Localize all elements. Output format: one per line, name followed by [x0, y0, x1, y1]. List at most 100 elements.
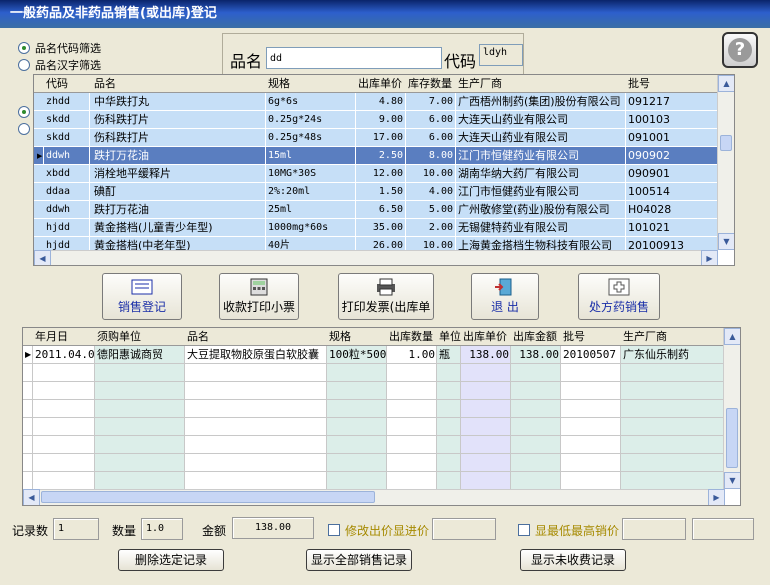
exit-label: 退 出 — [491, 300, 519, 314]
sales-row[interactable] — [23, 472, 725, 490]
stock-cell: 江门市恒健药业有限公司 — [456, 183, 626, 201]
stock-cell: zhdd — [44, 93, 90, 111]
radio-icon[interactable] — [18, 59, 30, 71]
prescription-sales-button[interactable]: 处方药销售 — [578, 273, 660, 320]
col-header: 出库单价 — [463, 330, 507, 343]
stock-row[interactable]: hjdd 黄金搭档(儿童青少年型) 1000mg*60s 35.00 2.00 无锡健特药… — [34, 219, 718, 237]
sales-row[interactable]: ▶ 2011.04.03 德阳惠诚商贸 大豆提取物胶原蛋白软胶囊 100粒*500 1.0… — [23, 346, 725, 364]
stock-row[interactable]: skdd 伤科跌打片 0.25g*48s 17.00 6.00 大连天山药业有限公司 091… — [34, 129, 718, 147]
max-price-field — [692, 518, 754, 540]
code-label: 代码 — [444, 52, 477, 71]
scroll-thumb[interactable] — [720, 135, 732, 151]
stock-cell: 25ml — [266, 201, 356, 219]
stock-cell: ddwh — [44, 147, 90, 165]
stock-row[interactable]: zhdd 中华跌打丸 6g*6s 4.80 7.00 广西梧州制药(集团)股份有限公司 09… — [34, 93, 718, 111]
print-invoice-button[interactable]: 打印发票(出库单 — [338, 273, 434, 320]
name-label: 品名 — [230, 52, 263, 71]
radio-code-filter[interactable]: 品名代码筛选 — [18, 40, 101, 56]
scroll-down-icon[interactable]: ▼ — [718, 233, 734, 250]
exit-button[interactable]: 退 出 — [471, 273, 539, 320]
sales-row[interactable] — [23, 364, 725, 382]
stock-cell: 无锡健特药业有限公司 — [456, 219, 626, 237]
sales-hscroll[interactable]: ◀ ▶ — [23, 489, 725, 505]
scroll-thumb[interactable] — [41, 491, 375, 503]
scroll-right-icon[interactable]: ▶ — [708, 489, 725, 505]
main-window: 一般药品及非药品销售(或出库)登记 品名代码筛选 品名汉字筛选 品名 代码 ld… — [0, 0, 770, 585]
print-receipt-label: 收款打印小票 — [222, 300, 295, 314]
stock-table[interactable]: 代码 品名 规格 出库单价 库存数量 生产厂商 批号 zhdd 中华跌打丸 6g*6… — [33, 74, 735, 266]
scroll-up-icon[interactable]: ▲ — [718, 75, 734, 92]
price-range-label: 显最低最高销价 — [535, 524, 620, 538]
row-pointer-icon: ▶ — [25, 350, 32, 359]
col-header: 年月日 — [35, 330, 68, 343]
sales-cell: 大豆提取物胶原蛋白软胶囊 — [187, 348, 319, 361]
sales-table[interactable]: 年月日 须购单位 品名 规格 出库数量 单位 出库单价 出库金额 批号 生产厂商… — [22, 327, 741, 506]
sales-row[interactable] — [23, 454, 725, 472]
stock-vscroll[interactable]: ▲ ▼ — [717, 75, 734, 250]
stock-cell: xbdd — [44, 165, 90, 183]
col-header: 出库单价 — [358, 77, 402, 90]
sales-row[interactable] — [23, 382, 725, 400]
stock-cell: 湖南华纳大药厂有限公司 — [456, 165, 626, 183]
stock-cell: 6g*6s — [266, 93, 356, 111]
stock-cell: 12.00 — [356, 165, 406, 183]
stock-cell: 2.50 — [356, 147, 406, 165]
delete-selected-button[interactable]: 删除选定记录 — [118, 549, 224, 571]
stock-cell: 101021 — [626, 219, 718, 237]
sales-row[interactable] — [23, 436, 725, 454]
min-price-field — [622, 518, 686, 540]
stock-cell: 大连天山药业有限公司 — [456, 111, 626, 129]
price-range-checkbox[interactable] — [518, 524, 530, 536]
stock-cell: hjdd — [44, 219, 90, 237]
scroll-thumb[interactable] — [726, 408, 738, 468]
register-icon — [131, 279, 153, 295]
col-header: 代码 — [46, 77, 68, 90]
help-button[interactable]: ? — [722, 32, 758, 68]
show-unpaid-button[interactable]: 显示未收费记录 — [520, 549, 626, 571]
stock-cell: 1.50 — [356, 183, 406, 201]
col-header: 出库数量 — [389, 330, 433, 343]
sales-register-button[interactable]: 销售登记 — [102, 273, 182, 320]
col-header: 批号 — [563, 330, 585, 343]
side-radio-1[interactable] — [18, 106, 30, 118]
stock-row[interactable]: ▶ ddwh 跌打万花油 15ml 2.50 8.00 江门市恒健药业有限公司 090902 — [34, 147, 718, 165]
name-search-input[interactable] — [266, 47, 442, 69]
col-header: 品名 — [94, 77, 116, 90]
scroll-left-icon[interactable]: ◀ — [34, 250, 51, 265]
side-radio-2[interactable] — [18, 123, 30, 135]
stock-row[interactable]: ddwh 跌打万花油 25ml 6.50 5.00 广州敬修堂(药业)股份有限公司 H040… — [34, 201, 718, 219]
modify-price-field[interactable] — [432, 518, 496, 540]
col-header: 规格 — [329, 330, 351, 343]
stock-table-header: 代码 品名 规格 出库单价 库存数量 生产厂商 批号 — [34, 75, 718, 93]
scroll-right-icon[interactable]: ▶ — [701, 250, 718, 265]
col-header: 出库金额 — [513, 330, 557, 343]
col-header: 生产厂商 — [623, 330, 667, 343]
stock-cell: H04028 — [626, 201, 718, 219]
amount-label: 金额 — [202, 524, 227, 538]
stock-row[interactable]: xbdd 消栓地平缓释片 10MG*30S 12.00 10.00 湖南华纳大药厂有限公司… — [34, 165, 718, 183]
show-all-sales-button[interactable]: 显示全部销售记录 — [306, 549, 412, 571]
scroll-up-icon[interactable]: ▲ — [724, 328, 740, 345]
modify-price-checkbox[interactable] — [328, 524, 340, 536]
medical-cross-icon — [608, 278, 630, 296]
print-receipt-button[interactable]: 收款打印小票 — [219, 273, 299, 320]
sales-row[interactable] — [23, 400, 725, 418]
stock-cell: 7.00 — [406, 93, 456, 111]
stock-row[interactable]: ddaa 碘酊 2%:20ml 1.50 4.00 江门市恒健药业有限公司 100514 — [34, 183, 718, 201]
sales-cell: 广东仙乐制药 — [623, 348, 689, 361]
scroll-down-icon[interactable]: ▼ — [724, 472, 740, 489]
stock-cell: 跌打万花油 — [92, 147, 266, 165]
radio-name-filter[interactable]: 品名汉字筛选 — [18, 57, 101, 73]
quantity-label: 数量 — [112, 524, 137, 538]
scroll-left-icon[interactable]: ◀ — [23, 489, 40, 505]
stock-cell: 5.00 — [406, 201, 456, 219]
sales-row[interactable] — [23, 418, 725, 436]
sales-vscroll[interactable]: ▲ ▼ — [723, 328, 740, 489]
stock-hscroll[interactable]: ◀ ▶ — [34, 250, 718, 265]
stock-cell: 091001 — [626, 129, 718, 147]
radio-icon[interactable] — [18, 42, 30, 54]
stock-cell: 4.80 — [356, 93, 406, 111]
code-display: ldyh — [479, 44, 523, 66]
sales-cell: 1.00 — [408, 348, 436, 361]
stock-row[interactable]: skdd 伤科跌打片 0.25g*24s 9.00 6.00 大连天山药业有限公司 1001… — [34, 111, 718, 129]
